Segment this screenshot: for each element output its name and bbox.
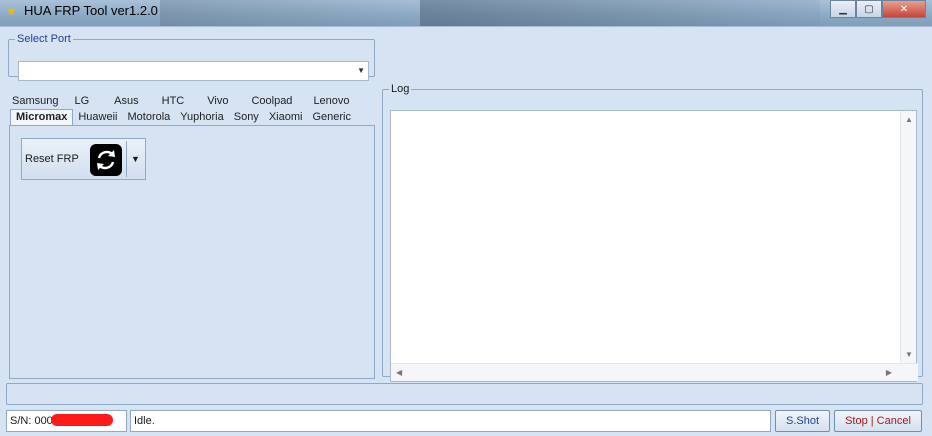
maximize-icon[interactable]: ▢ xyxy=(856,0,882,18)
app-star-icon: ★ xyxy=(6,4,17,18)
tab-sony[interactable]: Sony xyxy=(229,110,264,125)
status-text: Idle. xyxy=(134,415,155,427)
tab-vivo[interactable]: Vivo xyxy=(202,94,246,109)
refresh-icon xyxy=(90,144,122,176)
scroll-right-icon[interactable]: ▶ xyxy=(886,368,892,377)
brand-tabs: Samsung LG Asus HTC Vivo Coolpad Lenovo … xyxy=(10,92,374,127)
scroll-left-icon[interactable]: ◀ xyxy=(396,368,402,377)
dropdown-arrow-icon[interactable]: ▼ xyxy=(131,154,140,164)
reset-frp-button[interactable]: Reset FRP ▼ xyxy=(21,138,146,180)
select-port-legend: Select Port xyxy=(17,33,71,45)
tab-huaweii[interactable]: Huaweii xyxy=(73,110,122,125)
scroll-up-icon[interactable]: ▲ xyxy=(905,115,913,124)
close-icon[interactable]: ✕ xyxy=(882,0,926,18)
title-bar: ★ HUA FRP Tool ver1.2.0 ▁ ▢ ✕ xyxy=(0,0,932,26)
split-divider xyxy=(126,141,127,177)
tab-htc[interactable]: HTC xyxy=(157,94,203,109)
log-group: Log ▲ ▼ ◀ ▶ xyxy=(382,83,923,382)
main-window: Select Port ▼ Samsung LG Asus HTC Vivo C… xyxy=(0,26,932,436)
tab-generic[interactable]: Generic xyxy=(307,110,356,125)
tab-lg[interactable]: LG xyxy=(69,94,109,109)
log-textarea[interactable]: ▲ ▼ ◀ ▶ xyxy=(390,110,918,382)
tab-row-2: Micromax Huaweii Motorola Yuphoria Sony … xyxy=(10,109,356,126)
minimize-icon[interactable]: ▁ xyxy=(830,0,856,18)
status-text-field: Idle. xyxy=(130,410,771,432)
log-legend: Log xyxy=(391,83,410,95)
vertical-scrollbar[interactable]: ▲ ▼ xyxy=(900,111,916,363)
window-title: HUA FRP Tool ver1.2.0 xyxy=(24,3,158,18)
tab-samsung[interactable]: Samsung xyxy=(10,94,69,109)
scroll-down-icon[interactable]: ▼ xyxy=(905,350,913,359)
tab-lenovo[interactable]: Lenovo xyxy=(308,94,354,109)
horizontal-scrollbar[interactable]: ◀ ▶ xyxy=(391,363,918,381)
tab-coolpad[interactable]: Coolpad xyxy=(246,94,308,109)
window-controls: ▁ ▢ ✕ xyxy=(830,0,926,18)
tab-yuphoria[interactable]: Yuphoria xyxy=(175,110,228,125)
screenshot-button[interactable]: S.Shot xyxy=(775,410,830,432)
port-select[interactable]: ▼ xyxy=(18,61,369,81)
tab-xiaomi[interactable]: Xiaomi xyxy=(264,110,308,125)
stop-cancel-button[interactable]: Stop | Cancel xyxy=(834,410,922,432)
tab-row-1: Samsung LG Asus HTC Vivo Coolpad Lenovo xyxy=(10,94,355,109)
chevron-down-icon[interactable]: ▼ xyxy=(357,66,365,75)
background-blur xyxy=(420,0,820,26)
background-blur xyxy=(160,0,420,26)
reset-frp-label: Reset FRP xyxy=(25,153,79,165)
tab-micromax[interactable]: Micromax xyxy=(10,109,74,126)
micromax-tab-panel: Reset FRP ▼ xyxy=(9,125,375,379)
serial-number-field: S/N: 00010003 xyxy=(6,410,127,432)
redaction-mark xyxy=(51,414,113,426)
select-port-group: Select Port ▼ xyxy=(8,33,375,81)
progress-bar xyxy=(6,383,923,405)
tab-asus[interactable]: Asus xyxy=(109,94,156,109)
tab-motorola[interactable]: Motorola xyxy=(123,110,176,125)
